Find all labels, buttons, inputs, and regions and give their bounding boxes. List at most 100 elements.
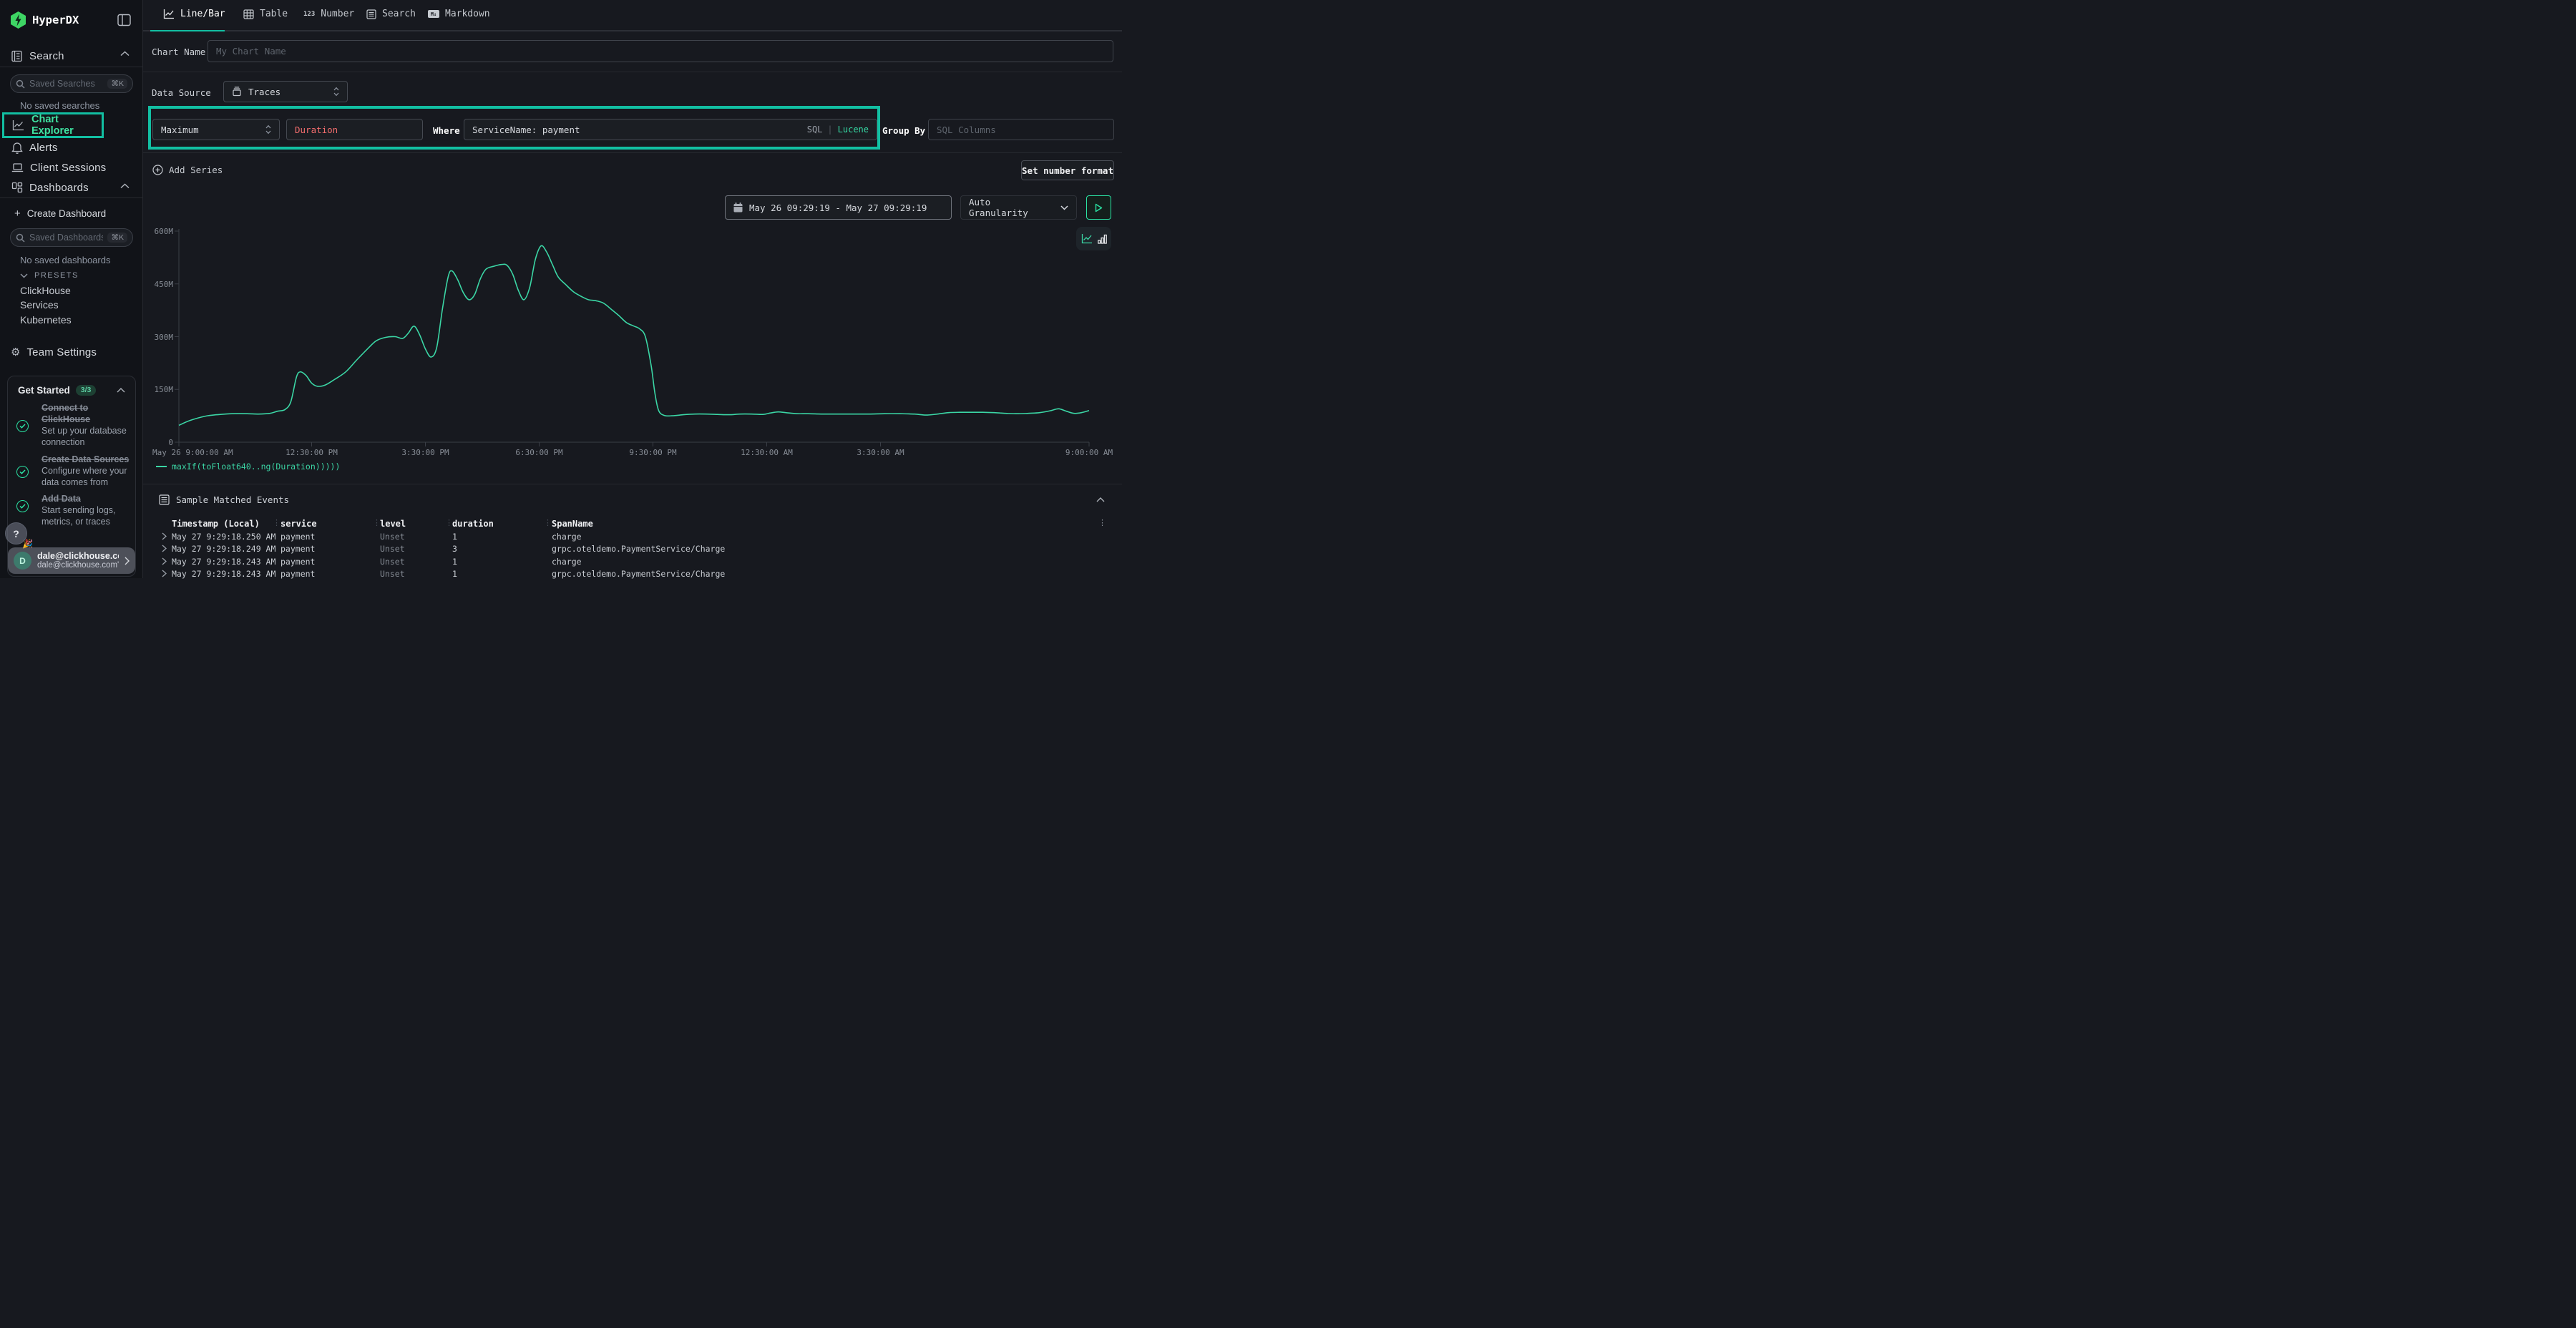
chart-line-series <box>179 245 1089 425</box>
cell-service[interactable]: payment <box>280 569 315 579</box>
add-series-button[interactable]: Add Series <box>152 165 223 175</box>
column-resize-handle[interactable]: ⋮ <box>544 518 552 527</box>
sidebar-item-client-sessions[interactable]: Client Sessions <box>11 159 106 176</box>
saved-searches-search[interactable]: ⌘K <box>10 74 133 93</box>
saved-dashboards-search[interactable]: ⌘K <box>10 228 133 247</box>
app-logo[interactable]: HyperDX <box>11 11 79 29</box>
chevron-up-icon[interactable] <box>117 388 125 393</box>
cell-level[interactable]: Unset <box>380 532 405 542</box>
cell-duration[interactable]: 1 <box>452 569 457 579</box>
sidebar-item-alerts[interactable]: Alerts <box>11 139 58 156</box>
sidebar-item-chart-explorer[interactable]: Chart Explorer <box>2 112 104 138</box>
collapse-events-chevron-icon[interactable] <box>1096 497 1105 502</box>
sidebar-item-label: Alerts <box>29 142 58 154</box>
cell-spanname[interactable]: grpc.oteldemo.PaymentService/Charge <box>552 544 725 554</box>
timeseries-chart[interactable] <box>143 223 1122 461</box>
shortcut-badge: ⌘K <box>107 233 127 243</box>
cell-level[interactable]: Unset <box>380 557 405 567</box>
aggregation-select[interactable]: Maximum <box>152 119 280 140</box>
tab-number[interactable]: 123 Number <box>303 9 354 19</box>
chart-name-input[interactable] <box>208 40 1113 62</box>
cell-timestamp[interactable]: May 27 9:29:18.243 AM <box>172 569 275 579</box>
tab-search[interactable]: Search <box>366 9 416 19</box>
row-expand-chevron-icon[interactable] <box>162 570 167 577</box>
data-source-label: Data Source <box>152 87 211 98</box>
sql-language-toggle[interactable]: SQL <box>807 125 823 135</box>
presets-label: PRESETS <box>34 271 79 280</box>
tab-table[interactable]: Table <box>243 9 288 19</box>
column-header-duration[interactable]: duration <box>452 519 494 529</box>
cell-service[interactable]: payment <box>280 557 315 567</box>
column-resize-handle[interactable]: ⋮ <box>445 518 453 527</box>
table-menu-icon[interactable]: ⋮ <box>1098 518 1106 527</box>
column-header-timestamp[interactable]: Timestamp (Local) <box>172 519 260 529</box>
set-number-format-button[interactable]: Set number format <box>1021 160 1114 180</box>
presets-toggle[interactable]: PRESETS <box>20 270 79 281</box>
column-header-service[interactable]: service <box>280 519 317 529</box>
lucene-language-toggle[interactable]: Lucene <box>838 125 869 135</box>
cell-spanname[interactable]: grpc.oteldemo.PaymentService/Charge <box>552 569 725 579</box>
granularity-select[interactable]: Auto Granularity <box>960 195 1077 220</box>
field-input[interactable]: Duration <box>286 119 423 140</box>
chevron-up-icon[interactable] <box>120 183 130 189</box>
create-dashboard-button[interactable]: + Create Dashboard <box>14 207 106 220</box>
saved-dashboards-input[interactable] <box>29 233 103 243</box>
sidebar-section-search[interactable]: Search <box>11 47 64 64</box>
get-started-item-desc: Configure where your data comes from <box>42 465 131 488</box>
where-query-input[interactable]: ServiceName: payment SQL | Lucene <box>464 119 877 140</box>
cell-service[interactable]: payment <box>280 532 315 542</box>
chevron-down-icon <box>1060 205 1068 210</box>
preset-services[interactable]: Services <box>20 299 59 311</box>
cell-service[interactable]: payment <box>280 544 315 554</box>
markdown-icon: M↓ <box>428 10 439 18</box>
row-expand-chevron-icon[interactable] <box>162 545 167 552</box>
row-expand-chevron-icon[interactable] <box>162 532 167 540</box>
chevron-up-icon[interactable] <box>120 51 130 57</box>
check-circle-icon <box>16 500 29 512</box>
sample-events-header[interactable]: Sample Matched Events <box>159 494 289 505</box>
get-started-item-title[interactable]: Create Data Sources <box>42 454 135 465</box>
y-tick-label: 150M <box>145 385 173 394</box>
cell-spanname[interactable]: charge <box>552 532 582 542</box>
get-started-title: Get Started <box>18 385 70 396</box>
cell-timestamp[interactable]: May 27 9:29:18.250 AM <box>172 532 275 542</box>
x-tick-label: 3:30:00 AM <box>857 448 904 457</box>
cell-duration[interactable]: 1 <box>452 557 457 567</box>
cell-duration[interactable]: 1 <box>452 532 457 542</box>
cell-level[interactable]: Unset <box>380 544 405 554</box>
column-header-spanname[interactable]: SpanName <box>552 519 593 529</box>
sidebar: HyperDX Search ⌘K No saved searches <box>0 0 143 578</box>
line-chart-icon <box>163 9 175 19</box>
preset-kubernetes[interactable]: Kubernetes <box>20 314 72 326</box>
cell-level[interactable]: Unset <box>380 569 405 579</box>
group-by-input[interactable] <box>928 119 1114 140</box>
cell-duration[interactable]: 3 <box>452 544 457 554</box>
get-started-item-title[interactable]: Connect to ClickHouse <box>42 402 126 425</box>
where-query-value: ServiceName: payment <box>472 125 580 135</box>
preset-clickhouse[interactable]: ClickHouse <box>20 285 71 296</box>
sidebar-item-label: Client Sessions <box>30 162 106 174</box>
tab-line-bar[interactable]: Line/Bar <box>163 9 225 19</box>
saved-searches-input[interactable] <box>29 79 103 89</box>
tab-markdown[interactable]: M↓ Markdown <box>428 9 490 19</box>
column-header-level[interactable]: level <box>380 519 406 529</box>
time-range-picker[interactable]: May 26 09:29:19 - May 27 09:29:19 <box>725 195 952 220</box>
sidebar-item-dashboards[interactable]: Dashboards <box>11 179 89 196</box>
row-expand-chevron-icon[interactable] <box>162 557 167 565</box>
sidebar-item-team-settings[interactable]: ⚙ Team Settings <box>11 344 97 360</box>
check-circle-icon <box>16 420 29 432</box>
x-tick-label: May 26 9:00:00 AM <box>152 448 233 457</box>
help-button[interactable]: ? <box>5 522 27 545</box>
cell-spanname[interactable]: charge <box>552 557 582 567</box>
plus-icon: + <box>14 208 21 220</box>
user-menu[interactable]: D dale@clickhouse.com dale@clickhouse.co… <box>8 547 135 574</box>
cell-timestamp[interactable]: May 27 9:29:18.243 AM <box>172 557 275 567</box>
data-source-select[interactable]: Traces <box>223 81 348 102</box>
column-resize-handle[interactable]: ⋮ <box>373 518 381 527</box>
column-resize-handle[interactable]: ⋮ <box>273 518 280 527</box>
number-123-icon: 123 <box>303 11 315 18</box>
collapse-sidebar-icon[interactable] <box>117 14 131 26</box>
get-started-item-title[interactable]: Add Data <box>42 493 135 504</box>
run-query-button[interactable] <box>1086 195 1111 220</box>
cell-timestamp[interactable]: May 27 9:29:18.249 AM <box>172 544 275 554</box>
